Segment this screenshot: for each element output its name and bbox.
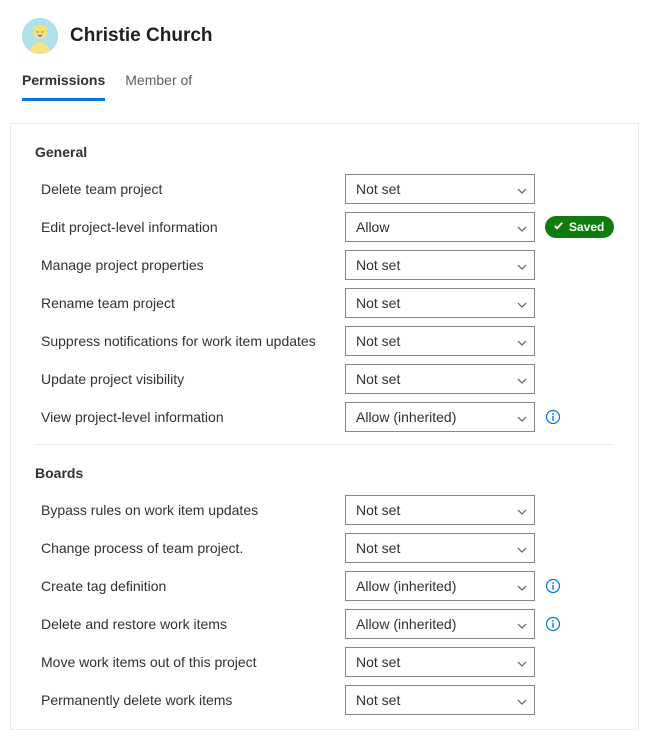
permission-label: Rename team project: [35, 295, 335, 311]
permission-label: Manage project properties: [35, 257, 335, 273]
permission-select[interactable]: Allow (inherited): [345, 571, 535, 601]
permission-select[interactable]: Allow: [345, 212, 535, 242]
permission-select[interactable]: Not set: [345, 250, 535, 280]
permission-value: Not set: [356, 692, 400, 708]
permission-value: Allow: [356, 219, 389, 235]
permission-value: Not set: [356, 540, 400, 556]
permission-label: Change process of team project.: [35, 540, 335, 556]
permission-row: Delete and restore work items Allow (inhe…: [11, 605, 638, 643]
chevron-down-icon: [516, 657, 526, 667]
permission-select[interactable]: Not set: [345, 685, 535, 715]
permission-row: Update project visibility Not set: [11, 360, 638, 398]
info-icon[interactable]: [545, 409, 561, 425]
permission-value: Not set: [356, 654, 400, 670]
chevron-down-icon: [516, 298, 526, 308]
section-title: Boards: [11, 445, 638, 491]
permission-row: Create tag definition Allow (inherited): [11, 567, 638, 605]
chevron-down-icon: [516, 581, 526, 591]
info-icon[interactable]: [545, 616, 561, 632]
saved-badge: Saved: [545, 216, 614, 238]
permission-select[interactable]: Not set: [345, 495, 535, 525]
permission-value: Allow (inherited): [356, 616, 456, 632]
permission-value: Not set: [356, 502, 400, 518]
check-icon: [553, 220, 564, 234]
chevron-down-icon: [516, 695, 526, 705]
chevron-down-icon: [516, 619, 526, 629]
permissions-panel: General Delete team project Not set Edit pr…: [10, 123, 639, 730]
permission-row: View project-level information Allow (inh…: [11, 398, 638, 436]
permission-value: Allow (inherited): [356, 409, 456, 425]
permission-value: Not set: [356, 371, 400, 387]
page-title: Christie Church: [70, 25, 213, 47]
permission-row: Move work items out of this project Not s…: [11, 643, 638, 681]
permission-select[interactable]: Not set: [345, 647, 535, 677]
permission-label: Suppress notifications for work item upd…: [35, 333, 335, 349]
chevron-down-icon: [516, 412, 526, 422]
permission-value: Not set: [356, 295, 400, 311]
info-icon[interactable]: [545, 578, 561, 594]
chevron-down-icon: [516, 505, 526, 515]
permission-select[interactable]: Not set: [345, 326, 535, 356]
permission-value: Not set: [356, 257, 400, 273]
permission-label: Edit project-level information: [35, 219, 335, 235]
chevron-down-icon: [516, 222, 526, 232]
permission-value: Not set: [356, 181, 400, 197]
tab-member-of[interactable]: Member of: [125, 72, 192, 101]
permission-row: Delete team project Not set: [11, 170, 638, 208]
chevron-down-icon: [516, 260, 526, 270]
permission-row: Bypass rules on work item updates Not set: [11, 491, 638, 529]
permission-select[interactable]: Allow (inherited): [345, 402, 535, 432]
tab-permissions[interactable]: Permissions: [22, 72, 105, 101]
permission-select[interactable]: Allow (inherited): [345, 609, 535, 639]
permission-select[interactable]: Not set: [345, 364, 535, 394]
section-title: General: [11, 124, 638, 170]
permission-label: Bypass rules on work item updates: [35, 502, 335, 518]
permission-label: View project-level information: [35, 409, 335, 425]
tab-bar: Permissions Member of: [0, 54, 649, 101]
permission-label: Update project visibility: [35, 371, 335, 387]
permission-select[interactable]: Not set: [345, 533, 535, 563]
permission-label: Permanently delete work items: [35, 692, 335, 708]
chevron-down-icon: [516, 184, 526, 194]
permission-label: Create tag definition: [35, 578, 335, 594]
permission-row: Permanently delete work items Not set: [11, 681, 638, 719]
permission-row: Manage project properties Not set: [11, 246, 638, 284]
permission-label: Delete and restore work items: [35, 616, 335, 632]
permission-select[interactable]: Not set: [345, 174, 535, 204]
permission-label: Move work items out of this project: [35, 654, 335, 670]
permission-row: Suppress notifications for work item upd…: [11, 322, 638, 360]
saved-label: Saved: [569, 220, 604, 234]
chevron-down-icon: [516, 374, 526, 384]
permission-value: Allow (inherited): [356, 578, 456, 594]
permission-row: Change process of team project. Not set: [11, 529, 638, 567]
permission-label: Delete team project: [35, 181, 335, 197]
permission-select[interactable]: Not set: [345, 288, 535, 318]
permission-row: Edit project-level information Allow Saved: [11, 208, 638, 246]
chevron-down-icon: [516, 336, 526, 346]
permission-row: Rename team project Not set: [11, 284, 638, 322]
permission-value: Not set: [356, 333, 400, 349]
avatar: [22, 18, 58, 54]
chevron-down-icon: [516, 543, 526, 553]
